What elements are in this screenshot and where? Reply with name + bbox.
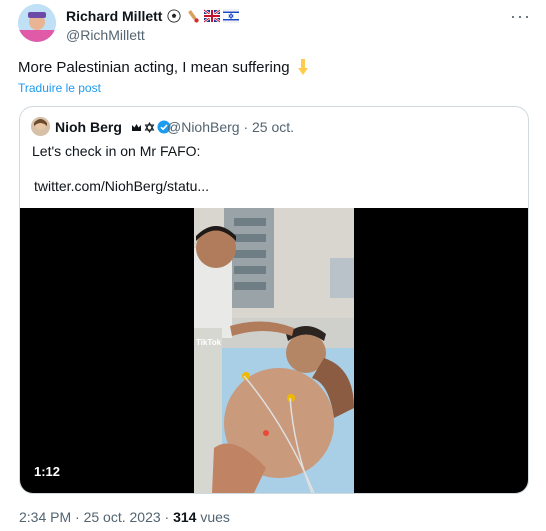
video-frame: TikTok xyxy=(194,208,354,493)
tweet-meta: 2:34 PM · 25 oct. 2023 · 314 vues xyxy=(19,509,230,525)
video-duration: 1:12 xyxy=(34,464,61,479)
soccer-ball-emoji xyxy=(167,9,181,23)
tweet-date[interactable]: 25 oct. 2023 xyxy=(84,509,161,525)
meta-separator: · xyxy=(164,509,170,525)
translate-post-link[interactable]: Traduire le post xyxy=(18,81,101,95)
quoted-author-badges xyxy=(131,120,171,134)
author-avatar[interactable] xyxy=(18,4,56,42)
tweet-text-content: More Palestinian acting, I mean sufferin… xyxy=(18,58,290,76)
israel-flag-emoji xyxy=(223,9,239,23)
video-player[interactable]: TikTok 1:12 xyxy=(20,208,528,493)
quoted-tweet[interactable]: Nioh Berg @NiohBerg · 25 oct. Let's chec… xyxy=(19,106,529,494)
quoted-date[interactable]: · 25 oct. xyxy=(243,119,294,135)
cricket-bat-emoji xyxy=(188,10,199,23)
tweet-text: More Palestinian acting, I mean sufferin… xyxy=(18,58,312,76)
meta-separator: · xyxy=(75,509,80,525)
crown-emoji xyxy=(132,123,141,131)
author-handle[interactable]: @RichMillett xyxy=(66,27,145,43)
quoted-link[interactable]: twitter.com/NiohBerg/statu... xyxy=(34,178,209,194)
more-options-button[interactable]: ··· xyxy=(510,6,531,27)
tweet-time[interactable]: 2:34 PM xyxy=(19,509,71,525)
star-of-david-emoji xyxy=(144,121,155,133)
views-count: 314 xyxy=(173,509,197,525)
pointing-down-emoji xyxy=(297,59,308,75)
quoted-author-handle[interactable]: @NiohBerg xyxy=(167,119,240,135)
author-badges xyxy=(166,8,239,24)
quoted-author-name[interactable]: Nioh Berg xyxy=(55,119,122,135)
tiktok-watermark: TikTok xyxy=(196,338,222,347)
quoted-text: Let's check in on Mr FAFO: xyxy=(32,143,201,159)
views-label: vues xyxy=(200,509,230,525)
author-name[interactable]: Richard Millett xyxy=(66,8,162,24)
quoted-author-avatar[interactable] xyxy=(31,117,50,136)
quoted-author-handle-date[interactable]: @NiohBerg · 25 oct. xyxy=(167,119,294,135)
uk-flag-emoji xyxy=(204,9,220,23)
